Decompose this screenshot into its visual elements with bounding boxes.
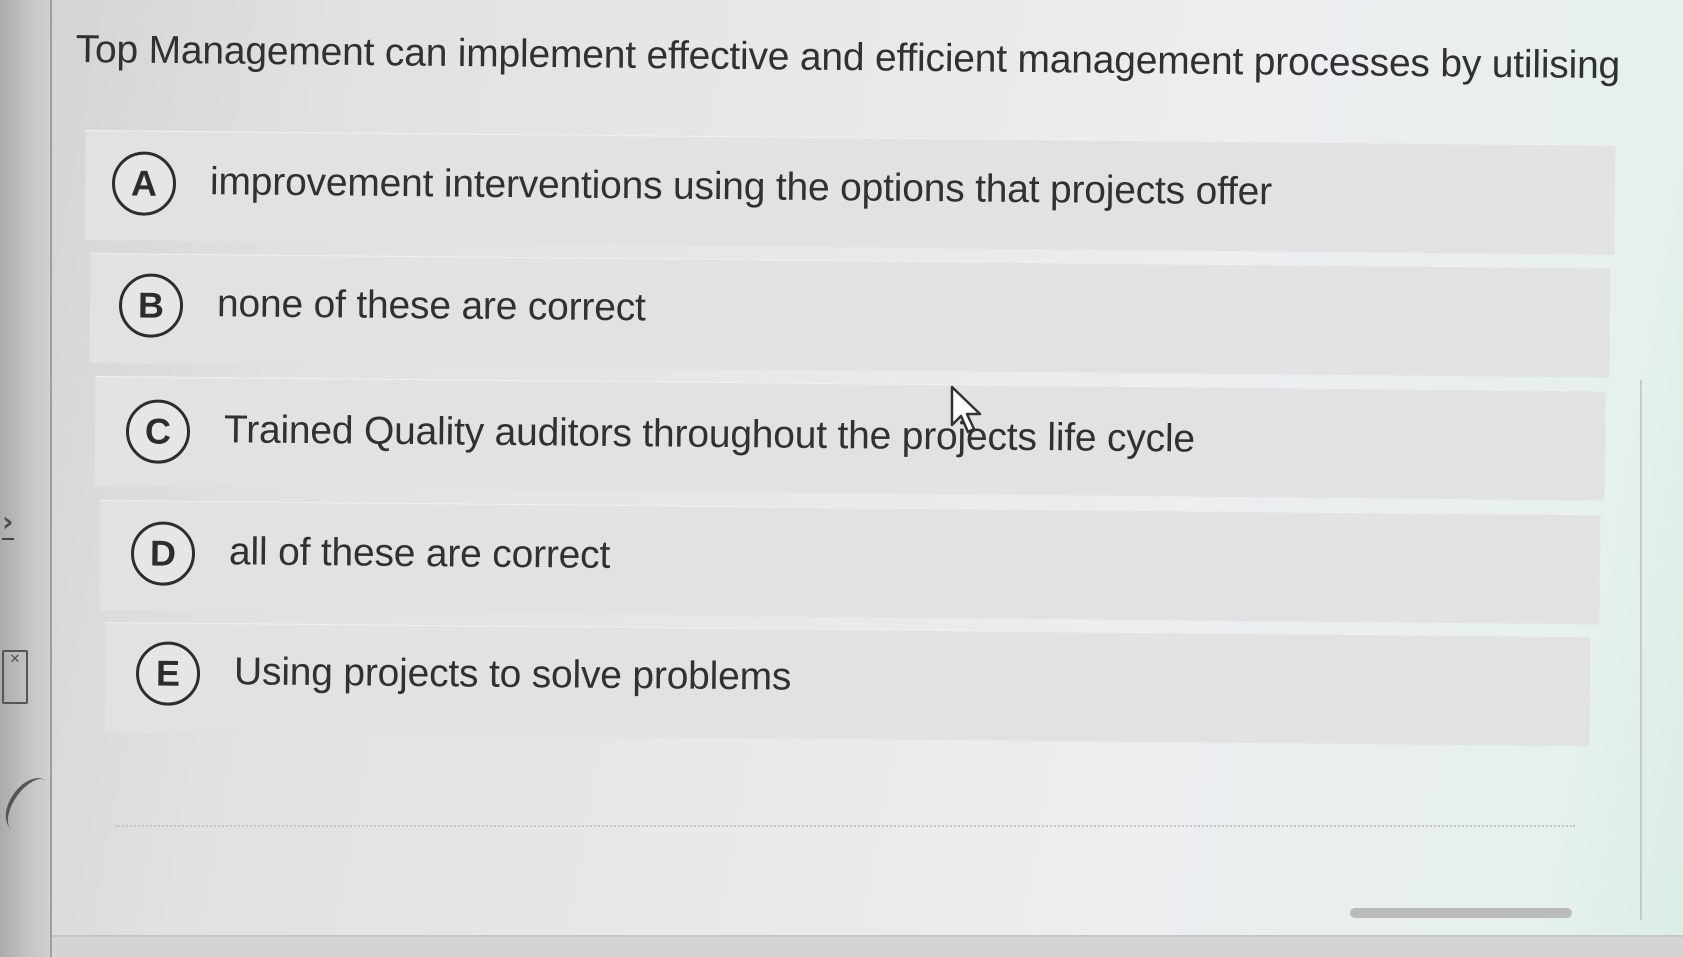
option-b[interactable]: B none of these are correct [89,253,1611,378]
option-e-label: Using projects to solve problems [233,650,792,699]
bottom-bar [52,935,1683,957]
option-c-label: Trained Quality auditors throughout the … [223,408,1196,461]
option-a-badge: A [111,151,177,216]
answer-options: A improvement interventions using the op… [0,0,1683,957]
option-c-badge: C [125,399,191,464]
mouse-cursor-icon [950,385,982,434]
option-a-label: improvement interventions using the opti… [209,160,1273,214]
horizontal-scrollbar[interactable] [1350,908,1572,918]
option-d-badge: D [130,521,196,586]
option-d[interactable]: D all of these are correct [99,500,1601,625]
panel-edge [1640,380,1642,920]
option-e[interactable]: E Using projects to solve problems [104,622,1591,747]
divider-line [115,825,1575,827]
option-b-badge: B [118,273,184,338]
option-d-label: all of these are correct [228,530,611,577]
option-a[interactable]: A improvement interventions using the op… [84,130,1616,255]
option-c[interactable]: C Trained Quality auditors throughout th… [94,376,1606,501]
option-e-badge: E [135,641,201,706]
quiz-screen: › ✕ Top Management can implement effecti… [0,0,1683,957]
option-b-label: none of these are correct [216,282,646,330]
